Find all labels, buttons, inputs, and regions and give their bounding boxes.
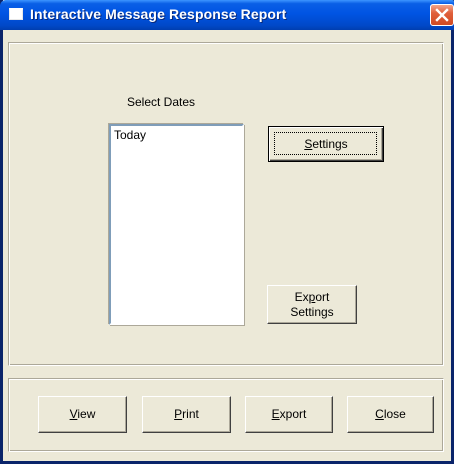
window-title: Interactive Message Response Report <box>30 6 287 22</box>
close-button-label: Close <box>375 407 406 421</box>
view-button-label: View <box>69 407 96 421</box>
view-button[interactable]: View <box>38 396 127 433</box>
settings-button[interactable]: Settings <box>268 126 384 162</box>
export-settings-label-line2: Settings <box>290 304 334 319</box>
settings-button-label: Settings <box>304 136 348 151</box>
export-button-label: Export <box>271 407 307 421</box>
window-icon <box>9 8 23 20</box>
title-bar[interactable]: Interactive Message Response Report <box>0 0 454 30</box>
close-button[interactable]: Close <box>347 396 434 433</box>
select-dates-label: Select Dates <box>127 95 196 109</box>
export-button[interactable]: Export <box>245 396 333 433</box>
list-item[interactable]: Today <box>114 128 239 142</box>
dates-listbox[interactable]: Today <box>109 124 244 325</box>
close-window-button[interactable] <box>430 4 454 26</box>
export-settings-button[interactable]: Export Settings <box>267 285 357 324</box>
print-button-label: Print <box>174 407 199 421</box>
print-button[interactable]: Print <box>142 396 231 433</box>
close-icon <box>435 8 449 22</box>
export-settings-label-line1: Export <box>294 289 330 304</box>
